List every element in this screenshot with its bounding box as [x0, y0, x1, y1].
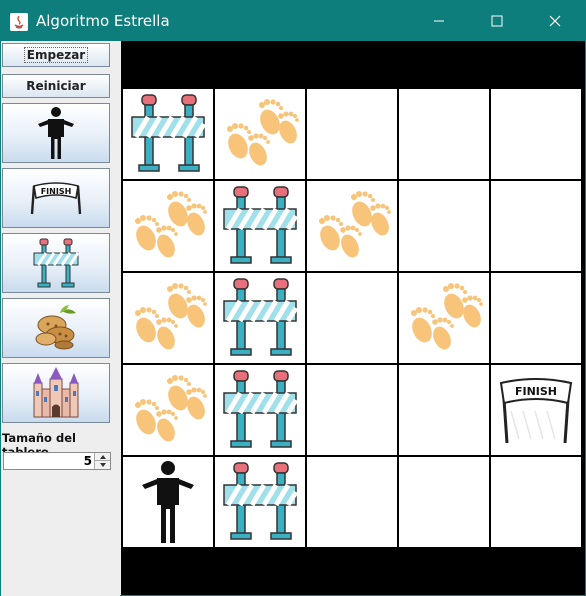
board-cell-r3-c5[interactable] — [490, 272, 582, 364]
footprints-icon — [411, 283, 483, 350]
footprints-icon — [227, 99, 299, 166]
app-window: Algoritmo Estrella Empezar Reiniciar FIN… — [0, 0, 586, 596]
board-cell-r3-c4[interactable] — [398, 272, 490, 364]
footprints-icon — [135, 283, 207, 350]
peanuts-icon — [35, 305, 76, 350]
board-cell-r5-c2[interactable] — [214, 456, 306, 548]
person-icon — [38, 107, 74, 159]
spinner-down-button[interactable] — [94, 461, 110, 469]
start-button-label: Empezar — [23, 47, 89, 63]
castle-tool-button[interactable] — [2, 363, 110, 423]
finish-flag-icon: FINISH — [499, 378, 573, 444]
barrier-icon — [223, 462, 299, 540]
castle-icon — [33, 367, 79, 418]
chevron-up-icon — [99, 454, 106, 459]
window-title: Algoritmo Estrella — [36, 12, 170, 30]
peanuts-tool-button[interactable] — [2, 298, 110, 358]
finish-text: FINISH — [515, 385, 557, 398]
barrier-icon — [223, 186, 299, 264]
close-icon — [549, 15, 561, 27]
board-cell-r5-c3[interactable] — [306, 456, 398, 548]
barrier-icon — [223, 278, 299, 356]
board-cell-r2-c4[interactable] — [398, 180, 490, 272]
spinner-up-button[interactable] — [94, 453, 110, 461]
title-bar: Algoritmo Estrella — [1, 1, 585, 41]
board-cell-r4-c5[interactable]: FINISH — [490, 364, 582, 456]
person-tool-button[interactable] — [2, 103, 110, 163]
minimize-button[interactable] — [410, 1, 468, 41]
board-grid: FINISH — [122, 88, 582, 548]
board-size-value[interactable]: 5 — [84, 454, 92, 468]
finish-tool-button[interactable]: FINISH — [2, 168, 110, 228]
board-cell-r1-c1[interactable] — [122, 88, 214, 180]
board-size-spinner[interactable]: 5 — [3, 452, 111, 470]
reset-button-label: Reiniciar — [26, 79, 86, 93]
board-cell-r2-c3[interactable] — [306, 180, 398, 272]
barrier-icon — [223, 370, 299, 448]
board-cell-r1-c3[interactable] — [306, 88, 398, 180]
footprints-icon — [135, 191, 207, 258]
board-cell-r3-c2[interactable] — [214, 272, 306, 364]
board-cell-r1-c4[interactable] — [398, 88, 490, 180]
person-icon — [142, 461, 194, 543]
board-cell-r1-c5[interactable] — [490, 88, 582, 180]
footprints-icon — [319, 191, 391, 258]
board-cell-r4-c1[interactable] — [122, 364, 214, 456]
footprints-icon — [135, 375, 207, 442]
barrier-icon — [33, 238, 80, 288]
board-cell-r4-c3[interactable] — [306, 364, 398, 456]
finish-flag-icon: FINISH — [30, 182, 82, 215]
board-cell-r2-c2[interactable] — [214, 180, 306, 272]
board-cell-r5-c5[interactable] — [490, 456, 582, 548]
board-cell-r1-c2[interactable] — [214, 88, 306, 180]
svg-text:FINISH: FINISH — [41, 187, 72, 196]
board-cell-r2-c5[interactable] — [490, 180, 582, 272]
start-button[interactable]: Empezar — [2, 43, 110, 67]
board-cell-r5-c4[interactable] — [398, 456, 490, 548]
board-cell-r5-c1[interactable] — [122, 456, 214, 548]
reset-button[interactable]: Reiniciar — [2, 74, 110, 98]
close-button[interactable] — [526, 1, 584, 41]
barrier-tool-button[interactable] — [2, 233, 110, 293]
board-cell-r4-c2[interactable] — [214, 364, 306, 456]
sidebar: Empezar Reiniciar FINISH Tamaño del 5 — [1, 41, 120, 596]
board-cell-r2-c1[interactable] — [122, 180, 214, 272]
board-cell-r4-c4[interactable] — [398, 364, 490, 456]
barrier-icon — [131, 94, 207, 172]
maximize-icon — [491, 15, 503, 27]
minimize-icon — [434, 20, 444, 22]
chevron-down-icon — [99, 463, 106, 467]
maximize-button[interactable] — [468, 1, 526, 41]
board-cell-r3-c1[interactable] — [122, 272, 214, 364]
java-icon — [10, 13, 28, 31]
board-cell-r3-c3[interactable] — [306, 272, 398, 364]
board-panel: FINISH — [121, 41, 585, 595]
